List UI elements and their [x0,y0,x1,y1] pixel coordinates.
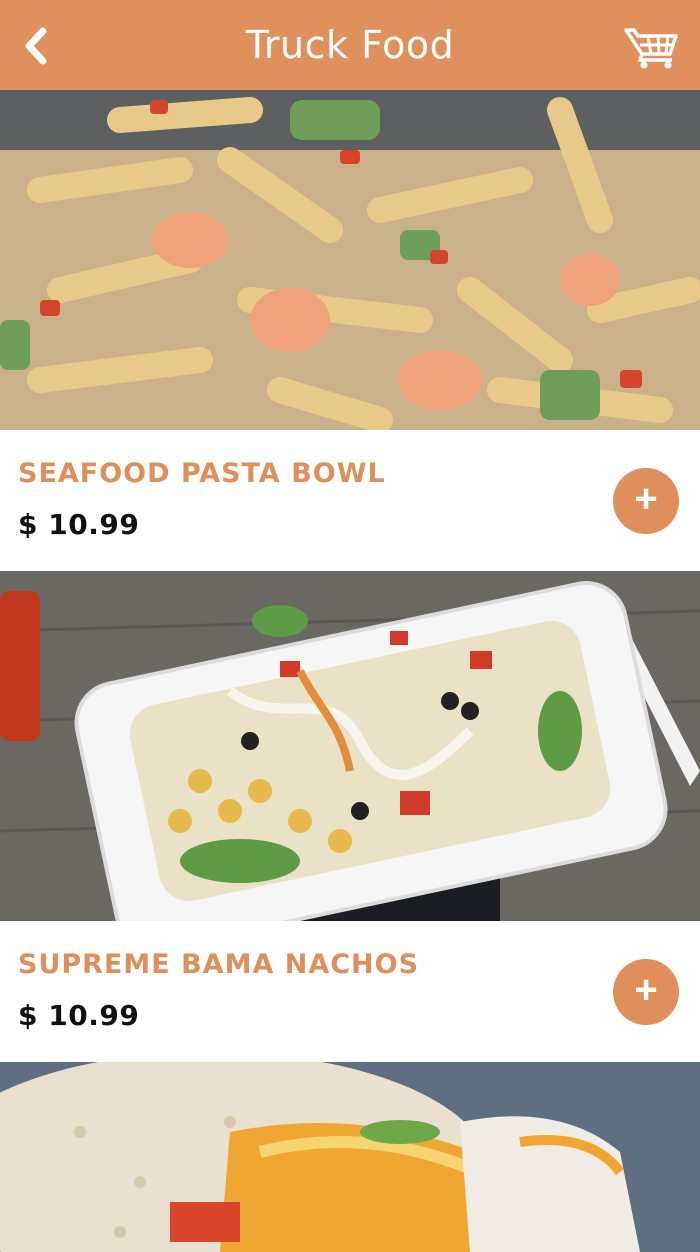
menu-item-card: SUPREME BAMA NACHOS $ 10.99 + [0,921,700,1062]
add-to-cart-button[interactable]: + [613,959,679,1025]
page-title: Truck Food [245,23,455,67]
back-button[interactable] [16,24,56,68]
item-name: SUPREME BAMA NACHOS [18,949,420,980]
item-name: SEAFOOD PASTA BOWL [18,458,386,489]
cart-button[interactable] [624,26,680,70]
shopping-cart-icon [624,28,678,69]
app-header: Truck Food [0,0,700,90]
item-price: $ 10.99 [18,508,140,541]
add-to-cart-button[interactable]: + [613,468,679,534]
menu-item-card: SEAFOOD PASTA BOWL $ 10.99 + [0,430,700,571]
seafood-pasta-image[interactable] [0,90,700,430]
supreme-nachos-image[interactable] [0,571,700,921]
tacos-image[interactable] [0,1062,700,1252]
item-price: $ 10.99 [18,999,140,1032]
menu-list: SEAFOOD PASTA BOWL $ 10.99 + SUPREME BAM… [0,90,700,1252]
chevron-left-icon [25,27,47,65]
plus-icon: + [634,968,658,1012]
plus-icon: + [634,477,658,521]
